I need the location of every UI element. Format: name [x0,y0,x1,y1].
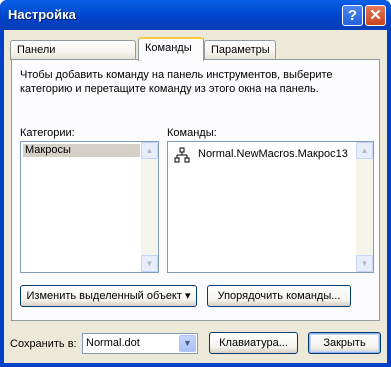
macro-icon [174,147,190,163]
tab-toolbars[interactable]: Панели инструментов [10,40,136,74]
window-frame-bottom [0,363,391,367]
save-in-value: Normal.dot [86,337,140,349]
tab-options-label: Параметры [211,44,270,56]
close-window-button[interactable]: ✕ [365,5,386,26]
tab-options[interactable]: Параметры [204,40,276,60]
rearrange-commands-button[interactable]: Упорядочить команды... [207,285,351,307]
categories-scrollbar[interactable]: ▲ ▼ [141,142,158,272]
modify-selection-button[interactable]: Изменить выделенный объект ▾ [20,285,197,307]
scroll-up-icon[interactable]: ▲ [356,142,373,159]
instructions-text: Чтобы добавить команду на панель инструм… [20,69,333,95]
window-title: Настройка [8,7,76,22]
dialog-client-area: Панели инструментов Команды Параметры Чт… [4,30,387,363]
command-label: Normal.NewMacros.Макрос13 [198,148,348,160]
scroll-up-icon[interactable]: ▲ [141,142,158,159]
commands-label: Команды: [167,127,217,139]
scroll-down-icon[interactable]: ▼ [356,255,373,272]
categories-label: Категории: [20,127,75,139]
save-in-select[interactable]: Normal.dot ▼ [82,333,198,354]
title-bar[interactable]: Настройка ? ✕ [0,0,391,30]
window-frame-right [387,30,391,367]
chevron-down-icon[interactable]: ▼ [179,335,196,352]
commands-list[interactable]: Normal.NewMacros.Макрос13 ▲ ▼ [167,141,374,273]
keyboard-button[interactable]: Клавиатура... [209,332,298,354]
close-button[interactable]: Закрыть [308,332,381,354]
save-in-label: Сохранить в: [10,338,77,350]
customize-dialog: Настройка ? ✕ Панели инструментов Команд… [0,0,391,367]
categories-list[interactable]: Макросы ▲ ▼ [20,141,159,273]
tab-commands[interactable]: Команды [138,37,204,61]
help-button[interactable]: ? [342,5,363,26]
scroll-down-icon[interactable]: ▼ [141,255,158,272]
list-item[interactable]: Макросы [23,144,140,157]
commands-scrollbar[interactable]: ▲ ▼ [356,142,373,272]
commands-tab-panel: Чтобы добавить команду на панель инструм… [11,59,380,321]
tab-commands-label: Команды [145,42,192,54]
